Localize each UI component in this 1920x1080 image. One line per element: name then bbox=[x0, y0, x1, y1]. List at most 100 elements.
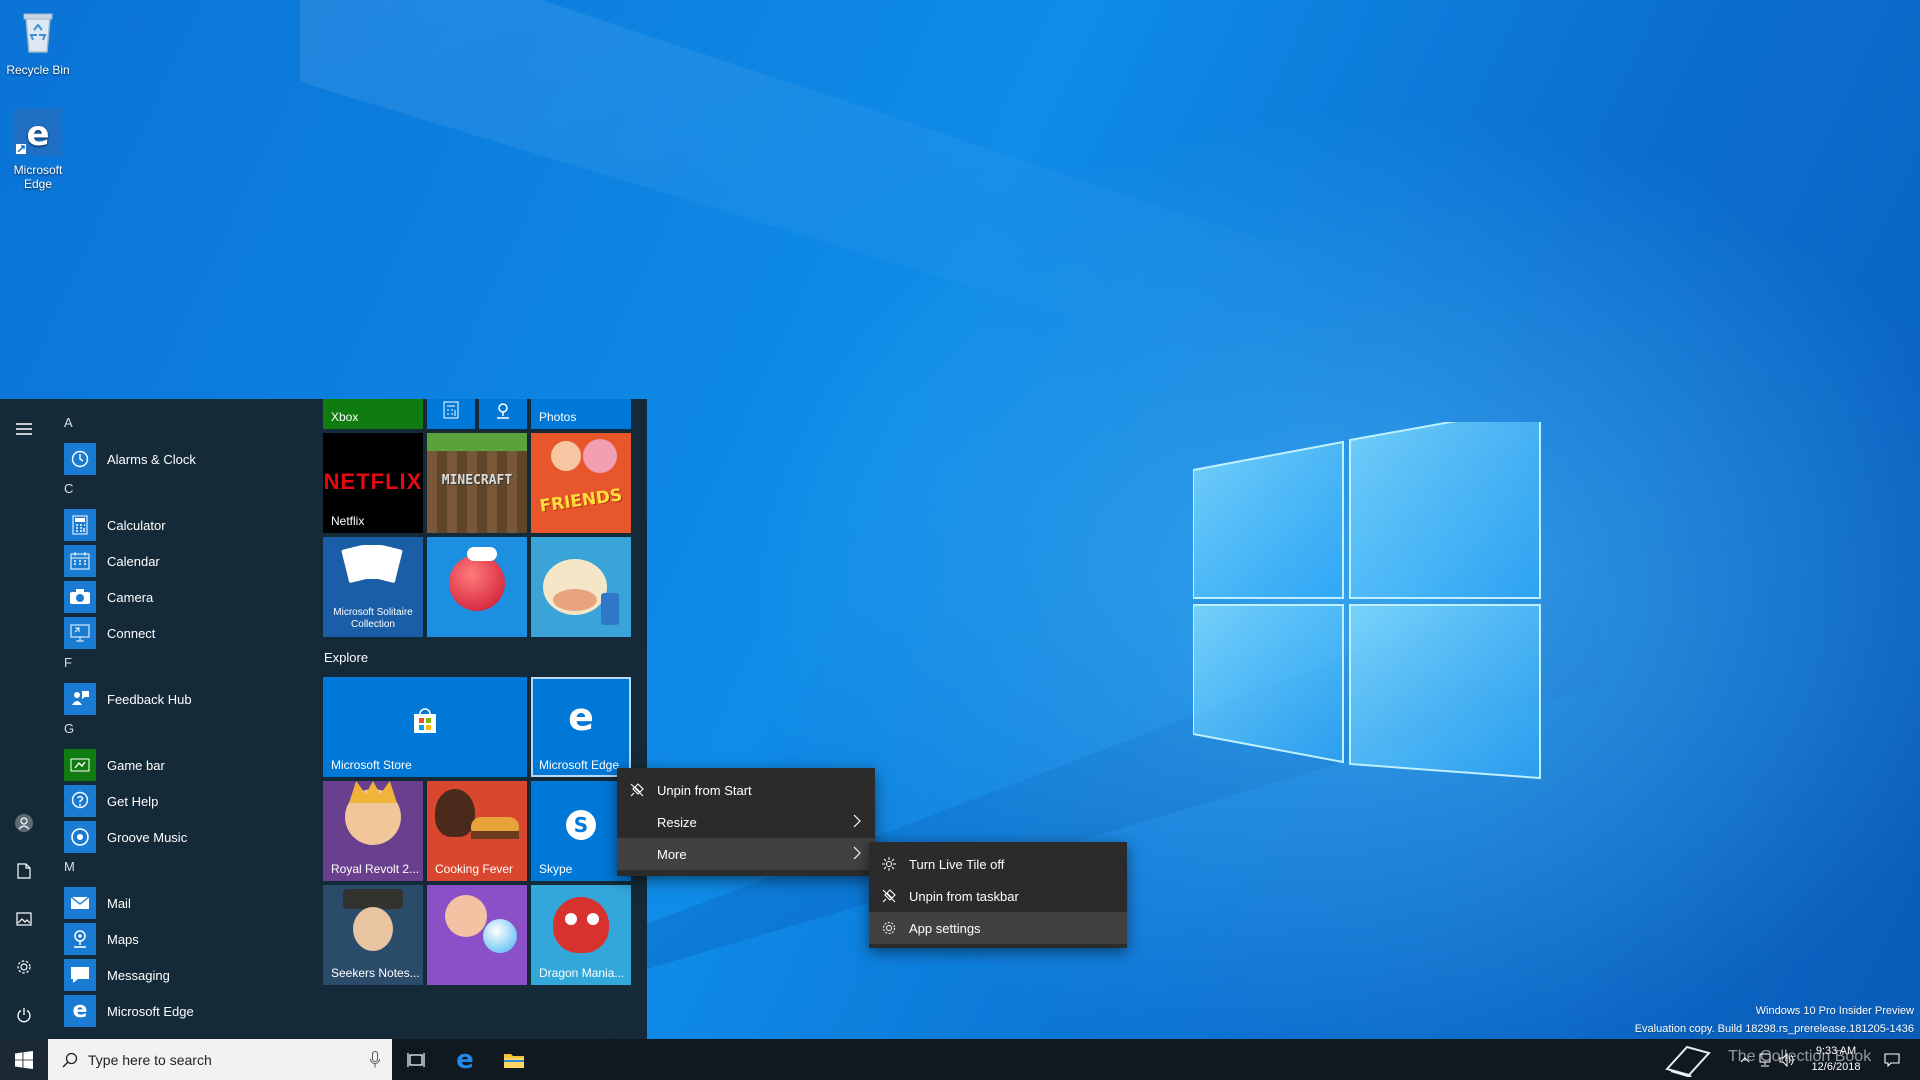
action-center-button[interactable] bbox=[1872, 1039, 1912, 1080]
menu-item-more[interactable]: More bbox=[617, 838, 875, 870]
app-list-letter-f[interactable]: F bbox=[64, 655, 72, 670]
app-label: Microsoft Edge bbox=[107, 1003, 194, 1019]
tile-photos[interactable]: Photos bbox=[531, 399, 631, 429]
desktop-icon-label: Microsoft Edge bbox=[13, 163, 63, 191]
tile-candy-crush-saga[interactable] bbox=[427, 537, 527, 637]
start-menu: A Alarms & Clock C Calculator Calendar Camera… bbox=[0, 399, 647, 1039]
start-rail bbox=[0, 399, 48, 1039]
app-list-item-camera[interactable]: Camera bbox=[64, 581, 314, 613]
microphone-icon[interactable] bbox=[370, 1051, 380, 1068]
menu-item-label: Resize bbox=[657, 814, 697, 830]
tile-label: Skype bbox=[539, 862, 573, 876]
chevron-right-icon bbox=[853, 814, 861, 828]
power-icon[interactable] bbox=[0, 995, 48, 1035]
menu-item-unpin-from-taskbar[interactable]: Unpin from taskbar bbox=[869, 880, 1127, 912]
app-list-item-calendar[interactable]: Calendar bbox=[64, 545, 314, 577]
tile-candy-crush-friends[interactable]: FRIENDS bbox=[531, 433, 631, 533]
tile-bubble-witch[interactable] bbox=[427, 885, 527, 985]
tile-label: Photos bbox=[539, 410, 577, 424]
chevron-up-icon bbox=[1740, 1056, 1750, 1062]
app-label: Messaging bbox=[107, 967, 170, 983]
tile-royal-revolt[interactable]: Royal Revolt 2... bbox=[323, 781, 423, 881]
watermark-edition: Windows 10 Pro Insider Preview bbox=[1755, 1005, 1914, 1017]
app-list-letter-a[interactable]: A bbox=[64, 415, 73, 430]
store-icon bbox=[414, 708, 436, 733]
svg-text:e: e bbox=[26, 114, 49, 154]
burger-art bbox=[471, 831, 519, 839]
tile-xbox[interactable]: Xbox bbox=[323, 399, 423, 429]
app-list-item-microsoft-edge[interactable]: e Microsoft Edge bbox=[64, 995, 314, 1027]
tile-calculator-small[interactable] bbox=[427, 399, 475, 429]
clock[interactable]: 9:33 AM 12/6/2018 bbox=[1796, 1043, 1876, 1075]
tile-maps-small[interactable] bbox=[479, 399, 527, 429]
desktop-icon-microsoft-edge[interactable]: e Microsoft Edge bbox=[0, 108, 76, 191]
app-list-item-mail[interactable]: Mail bbox=[64, 887, 314, 919]
gear-icon bbox=[869, 921, 909, 935]
show-hidden-icons-button[interactable] bbox=[1736, 1039, 1754, 1080]
clock-date: 12/6/2018 bbox=[1811, 1061, 1861, 1073]
tile-cooking-fever[interactable]: Cooking Fever bbox=[427, 781, 527, 881]
menu-item-app-settings[interactable]: App settings bbox=[869, 912, 1127, 944]
taskbar-search-box[interactable]: Type here to search bbox=[48, 1039, 392, 1080]
app-list-item-game-bar[interactable]: Game bar bbox=[64, 749, 314, 781]
start-button[interactable] bbox=[0, 1039, 48, 1080]
menu-item-label: App settings bbox=[909, 920, 981, 936]
candy-art bbox=[467, 547, 497, 561]
tile-microsoft-store[interactable]: Microsoft Store bbox=[323, 677, 527, 777]
tile-label: Dragon Mania... bbox=[539, 966, 625, 980]
app-list-item-connect[interactable]: Connect bbox=[64, 617, 314, 649]
app-list-item-messaging[interactable]: Messaging bbox=[64, 959, 314, 991]
tile-minecraft[interactable]: MINECRAFT bbox=[427, 433, 527, 533]
dragon-art bbox=[565, 913, 577, 925]
volume-icon bbox=[1779, 1052, 1794, 1067]
app-list-item-groove-music[interactable]: Groove Music bbox=[64, 821, 314, 853]
tile-netflix[interactable]: NETFLIX Netflix bbox=[323, 433, 423, 533]
skype-icon: S bbox=[566, 810, 596, 840]
menu-item-label: Unpin from Start bbox=[657, 782, 752, 798]
app-list-item-calculator[interactable]: Calculator bbox=[64, 509, 314, 541]
app-list-item-get-help[interactable]: Get Help bbox=[64, 785, 314, 817]
tile-seekers-notes[interactable]: Seekers Notes... bbox=[323, 885, 423, 985]
app-list-item-alarms-clock[interactable]: Alarms & Clock bbox=[64, 443, 314, 475]
settings-icon[interactable] bbox=[0, 947, 48, 987]
dragon-art bbox=[553, 897, 609, 953]
app-list-letter-c[interactable]: C bbox=[64, 481, 73, 496]
search-icon bbox=[62, 1052, 78, 1068]
volume-button[interactable] bbox=[1776, 1039, 1798, 1080]
tile-skype[interactable]: S Skype bbox=[531, 781, 631, 881]
taskbar-edge-button[interactable]: e bbox=[441, 1039, 489, 1080]
task-view-button[interactable] bbox=[392, 1039, 440, 1080]
desktop-icon-label: Recycle Bin bbox=[6, 63, 70, 77]
app-list-item-maps[interactable]: Maps bbox=[64, 923, 314, 955]
menu-item-turn-live-tile-off[interactable]: Turn Live Tile off bbox=[869, 848, 1127, 880]
app-list-letter-g[interactable]: G bbox=[64, 721, 74, 736]
tile-solitaire[interactable]: Microsoft Solitaire Collection bbox=[323, 537, 423, 637]
burger-art bbox=[471, 817, 519, 831]
folder-icon bbox=[504, 1053, 524, 1068]
tile-label: Microsoft Store bbox=[331, 758, 412, 772]
pictures-icon[interactable] bbox=[0, 899, 48, 939]
documents-icon[interactable] bbox=[0, 851, 48, 891]
menu-item-resize[interactable]: Resize bbox=[617, 806, 875, 838]
app-list-item-feedback-hub[interactable]: Feedback Hub bbox=[64, 683, 314, 715]
tile-microsoft-edge[interactable]: e Microsoft Edge bbox=[531, 677, 631, 777]
menu-item-unpin-from-start[interactable]: Unpin from Start bbox=[617, 774, 875, 806]
taskbar-file-explorer-button[interactable] bbox=[490, 1039, 538, 1080]
network-button[interactable] bbox=[1754, 1039, 1776, 1080]
maps-icon bbox=[497, 403, 509, 419]
hamburger-menu-icon[interactable] bbox=[0, 409, 48, 449]
desktop-icon-recycle-bin[interactable]: Recycle Bin bbox=[0, 8, 76, 77]
cow-art bbox=[553, 589, 597, 611]
character-art bbox=[435, 789, 475, 837]
user-icon[interactable] bbox=[0, 803, 48, 843]
watermark-build: Evaluation copy. Build 18298.rs_prerelea… bbox=[1634, 1023, 1914, 1035]
calculator-icon bbox=[443, 401, 459, 419]
tile-label: Cooking Fever bbox=[435, 862, 514, 876]
tile-label: Microsoft Edge bbox=[539, 758, 620, 772]
tile-farm-heroes[interactable] bbox=[531, 537, 631, 637]
tile-area: Xbox Photos NETFLIX Netflix MINECRAFT FR… bbox=[318, 399, 647, 1039]
windows-logo-wallpaper bbox=[1193, 422, 1541, 780]
tile-dragon-mania[interactable]: Dragon Mania... bbox=[531, 885, 631, 985]
candy-art bbox=[449, 555, 505, 611]
app-list-letter-m[interactable]: M bbox=[64, 859, 75, 874]
